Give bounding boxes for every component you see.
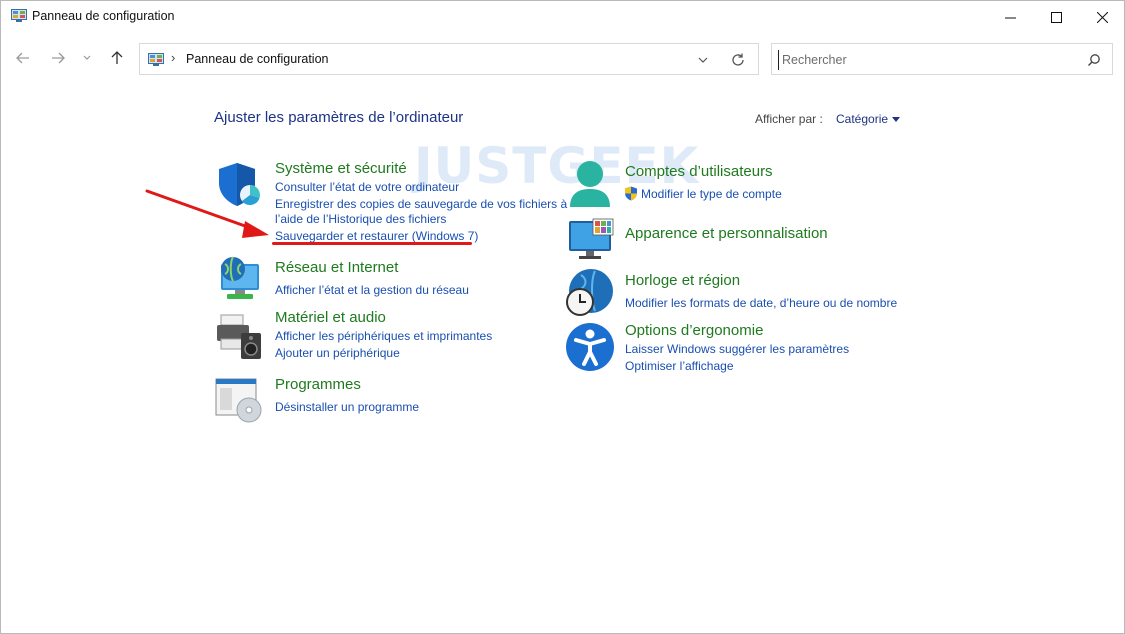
search-box[interactable] bbox=[771, 43, 1113, 75]
address-bar[interactable]: › Panneau de configuration bbox=[139, 43, 759, 75]
recent-locations-button[interactable] bbox=[79, 47, 95, 69]
back-button[interactable] bbox=[12, 47, 34, 69]
link-suggest-settings[interactable]: Laisser Windows suggérer les paramètres bbox=[625, 342, 849, 356]
search-input[interactable] bbox=[778, 50, 1078, 70]
up-button[interactable] bbox=[106, 47, 128, 69]
chevron-down-icon bbox=[83, 55, 91, 60]
link-optimize-display[interactable]: Optimiser l’affichage bbox=[625, 359, 734, 373]
link-network-status[interactable]: Afficher l’état et la gestion du réseau bbox=[275, 283, 469, 297]
printer-speaker-icon[interactable] bbox=[215, 313, 265, 361]
close-icon bbox=[1096, 11, 1108, 23]
page-title: Ajuster les paramètres de l’ordinateur bbox=[214, 109, 464, 126]
uac-shield-icon bbox=[625, 186, 637, 201]
category-programs[interactable]: Programmes bbox=[275, 376, 361, 393]
maximize-button[interactable] bbox=[1033, 1, 1079, 33]
category-system-security[interactable]: Système et sécurité bbox=[275, 160, 407, 177]
link-uninstall-program[interactable]: Désinstaller un programme bbox=[275, 400, 419, 414]
minimize-icon bbox=[1004, 17, 1016, 18]
forward-button[interactable] bbox=[47, 47, 69, 69]
window-title: Panneau de configuration bbox=[32, 9, 175, 23]
arrow-right-icon bbox=[52, 52, 65, 64]
link-check-status[interactable]: Consulter l’état de votre ordinateur bbox=[275, 180, 459, 194]
programs-disc-icon[interactable] bbox=[215, 377, 265, 423]
link-devices-printers[interactable]: Afficher les périphériques et imprimante… bbox=[275, 329, 492, 343]
title-bar: Panneau de configuration bbox=[1, 1, 1124, 33]
link-file-history-cont[interactable]: l’aide de l’Historique des fichiers bbox=[275, 212, 446, 226]
monitor-icon[interactable] bbox=[567, 217, 615, 261]
category-network-internet[interactable]: Réseau et Internet bbox=[275, 259, 398, 276]
arrow-left-icon bbox=[16, 52, 29, 64]
annotation-arrow-icon bbox=[145, 189, 269, 238]
breadcrumb-separator[interactable]: › bbox=[171, 50, 175, 65]
control-panel-window: Panneau de configuration › Panneau de co… bbox=[0, 0, 1125, 634]
search-icon[interactable] bbox=[1087, 53, 1101, 67]
view-by-value[interactable]: Catégorie bbox=[836, 112, 888, 126]
link-date-formats[interactable]: Modifier les formats de date, d’heure ou… bbox=[625, 296, 897, 310]
link-change-account-type[interactable]: Modifier le type de compte bbox=[641, 187, 782, 201]
user-icon[interactable] bbox=[566, 158, 614, 208]
arrow-up-icon bbox=[111, 51, 123, 64]
refresh-icon[interactable] bbox=[730, 52, 746, 68]
network-globe-icon[interactable] bbox=[215, 254, 263, 302]
accessibility-icon[interactable] bbox=[565, 322, 615, 372]
view-by-label: Afficher par : bbox=[755, 112, 823, 126]
caret-down-icon[interactable] bbox=[892, 117, 901, 123]
maximize-icon bbox=[1050, 11, 1062, 23]
link-add-device[interactable]: Ajouter un périphérique bbox=[275, 346, 400, 360]
category-user-accounts[interactable]: Comptes d’utilisateurs bbox=[625, 163, 773, 180]
breadcrumb[interactable]: Panneau de configuration bbox=[186, 52, 328, 66]
minimize-button[interactable] bbox=[987, 1, 1033, 33]
control-panel-icon bbox=[148, 53, 164, 66]
category-ease-of-access[interactable]: Options d’ergonomie bbox=[625, 322, 763, 339]
link-backup-restore[interactable]: Sauvegarder et restaurer (Windows 7) bbox=[275, 229, 478, 243]
category-hardware-sound[interactable]: Matériel et audio bbox=[275, 309, 386, 326]
link-file-history[interactable]: Enregistrer des copies de sauvegarde de … bbox=[275, 197, 567, 211]
category-clock-region[interactable]: Horloge et région bbox=[625, 272, 740, 289]
close-button[interactable] bbox=[1079, 1, 1125, 33]
chevron-down-icon[interactable] bbox=[696, 53, 710, 67]
control-panel-icon bbox=[11, 9, 27, 22]
clock-globe-icon[interactable] bbox=[565, 267, 615, 317]
annotation-underline bbox=[272, 242, 472, 245]
category-appearance[interactable]: Apparence et personnalisation bbox=[625, 225, 828, 242]
view-by-dropdown[interactable]: Catégorie bbox=[836, 112, 901, 126]
